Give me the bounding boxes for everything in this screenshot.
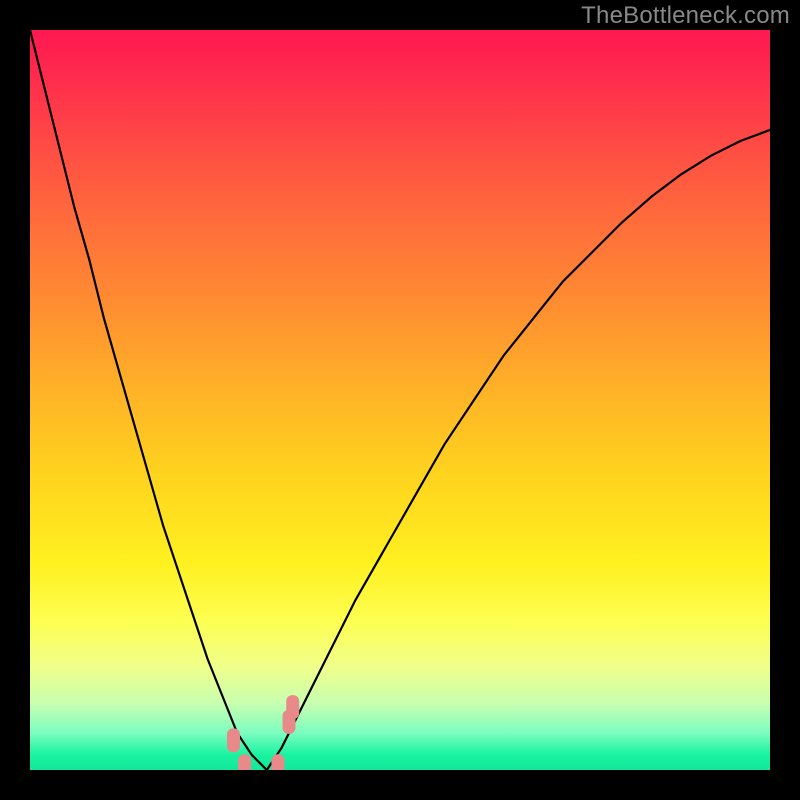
- data-marker: [238, 754, 251, 770]
- curve-left-arm: [30, 30, 267, 770]
- data-marker: [271, 754, 284, 770]
- chart-frame: TheBottleneck.com: [0, 0, 800, 800]
- data-marker: [286, 695, 299, 719]
- plot-area: [30, 30, 770, 770]
- curve-right-arm: [267, 130, 770, 770]
- marker-group: [227, 695, 299, 770]
- watermark-text: TheBottleneck.com: [581, 2, 790, 30]
- data-marker: [227, 728, 240, 752]
- curve-layer: [30, 30, 770, 770]
